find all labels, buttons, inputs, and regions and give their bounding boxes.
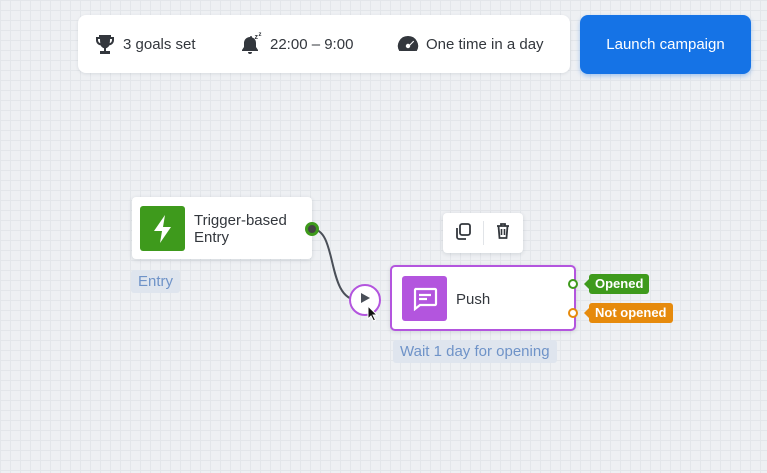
entry-caption: Entry: [131, 270, 181, 293]
push-node-title: Push: [456, 291, 491, 308]
not-opened-badge: Not opened: [584, 303, 673, 323]
copy-node-button[interactable]: [443, 213, 483, 253]
message-icon: [402, 276, 447, 321]
quiet-hours-setting[interactable]: z z 22:00 – 9:00: [240, 32, 353, 56]
frequency-setting[interactable]: One time in a day: [396, 33, 544, 55]
sleep-bell-icon: z z: [240, 32, 264, 56]
campaign-settings-bar: 3 goals set z z 22:00 – 9:00 One time in…: [78, 15, 570, 73]
speedometer-icon: [396, 33, 420, 55]
goals-setting[interactable]: 3 goals set: [93, 33, 196, 55]
mouse-cursor-icon: [367, 304, 379, 328]
not-opened-output-port[interactable]: [568, 308, 578, 318]
opened-output-port[interactable]: [568, 279, 578, 289]
opened-badge: Opened: [583, 274, 650, 294]
wait-caption: Wait 1 day for opening: [393, 340, 557, 363]
quiet-hours-label: 22:00 – 9:00: [270, 35, 354, 53]
trigger-entry-node[interactable]: Trigger-based Entry: [132, 197, 312, 259]
launch-campaign-button[interactable]: Launch campaign: [580, 15, 751, 74]
node-toolbar: [443, 213, 523, 253]
trophy-icon: [93, 33, 117, 55]
push-node[interactable]: Push: [390, 265, 576, 331]
frequency-label: One time in a day: [426, 35, 544, 53]
goals-label: 3 goals set: [123, 35, 196, 53]
trigger-node-title: Trigger-based Entry: [194, 212, 287, 246]
trigger-output-port[interactable]: [305, 222, 319, 236]
delete-node-button[interactable]: [483, 213, 523, 253]
svg-text:z: z: [259, 32, 262, 38]
lightning-icon: [140, 206, 185, 251]
copy-icon: [453, 221, 473, 246]
trash-icon: [493, 221, 513, 246]
